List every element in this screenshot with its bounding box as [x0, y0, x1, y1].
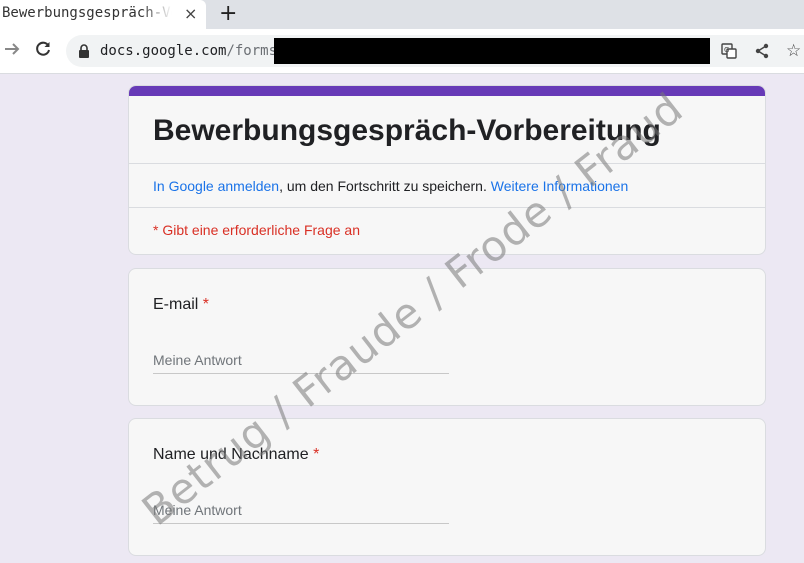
tab-bar: Bewerbungsgespräch-Vorbereitung × +: [0, 0, 804, 29]
required-star: *: [313, 446, 320, 463]
redacted-url-bar: [274, 38, 710, 64]
name-field[interactable]: [153, 497, 449, 524]
signin-link[interactable]: In Google anmelden: [153, 178, 279, 194]
bookmark-star-icon[interactable]: ☆: [786, 41, 801, 61]
question-card-name: Name und Nachname *: [128, 418, 766, 556]
form-title: Bewerbungsgespräch-Vorbereitung: [153, 114, 661, 147]
forward-arrow-icon[interactable]: [3, 40, 21, 58]
signin-prompt: In Google anmelden, um den Fortschritt z…: [153, 178, 628, 194]
browser-toolbar: docs.google.com/forms/ G ☆: [0, 29, 804, 74]
divider: [129, 163, 765, 164]
question-label: Name und Nachname *: [153, 446, 319, 464]
svg-text:G: G: [724, 46, 729, 54]
tab-title: Bewerbungsgespräch-Vorbereitung: [2, 5, 172, 21]
translate-icon[interactable]: G: [721, 43, 737, 59]
accent-bar: [129, 86, 765, 96]
more-info-link[interactable]: Weitere Informationen: [491, 178, 628, 194]
question-card-email: E-mail *: [128, 268, 766, 406]
question-label-text: Name und Nachname: [153, 446, 309, 463]
divider: [129, 207, 765, 208]
required-star: *: [202, 296, 210, 313]
lock-icon[interactable]: [78, 44, 90, 58]
form-header-card: Bewerbungsgespräch-Vorbereitung In Googl…: [128, 85, 766, 255]
new-tab-icon[interactable]: +: [219, 1, 237, 26]
email-field[interactable]: [153, 347, 449, 374]
signin-text: , um den Fortschritt zu speichern.: [279, 178, 487, 194]
url-text: docs.google.com/forms/: [100, 43, 285, 59]
reload-icon[interactable]: [34, 40, 52, 58]
question-label-text: E-mail: [153, 296, 199, 313]
question-label: E-mail *: [153, 296, 209, 314]
address-bar[interactable]: docs.google.com/forms/ G ☆: [66, 35, 804, 67]
required-note: * Gibt eine erforderliche Frage an: [153, 222, 360, 238]
share-icon[interactable]: [754, 43, 770, 59]
url-host: docs.google.com: [100, 43, 227, 59]
close-tab-icon[interactable]: ×: [184, 4, 197, 23]
browser-tab[interactable]: Bewerbungsgespräch-Vorbereitung ×: [0, 0, 206, 29]
